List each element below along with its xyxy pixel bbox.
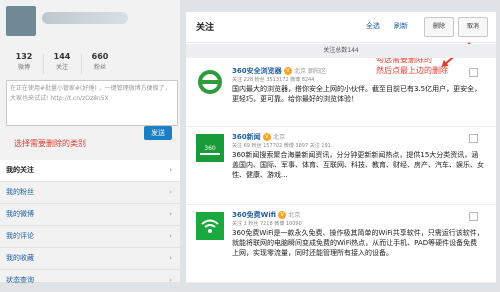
following-count: 关注总数144 [186,44,496,58]
verified-icon: V [262,133,271,141]
item-name-link[interactable]: 360免费Wifi [232,211,276,219]
item-meta: 关注 69 粉丝 157702 微博 3897 关注 191 [232,143,331,149]
item-checkbox[interactable] [469,212,478,221]
sidebar: 132 微博 144 关注 660 粉丝 在正在使用#批量小管家#(好锤) ，一… [0,0,180,292]
stat-following-count: 144 [53,52,71,61]
refresh-link[interactable]: 刷新 [394,21,408,31]
sidebar-item-status-query[interactable]: 状态查询 › [0,270,180,292]
stat-followers-count: 660 [91,52,109,61]
sidebar-item-label: 我的微博 [6,210,34,218]
sidebar-item-label: 我的评论 [6,232,34,240]
item-name-link[interactable]: 360安全浏览器 [232,67,282,75]
item-checkbox[interactable] [469,68,478,77]
item-description: 360新闻搜索聚合海量新闻资讯，分分钟更新新闻热点，提供15大分类资讯，涵盖国内… [232,151,484,179]
item-location: 北京 [273,134,286,141]
stat-weibo[interactable]: 132 微博 [6,52,42,71]
send-button[interactable]: 发送 [144,126,172,140]
stat-following[interactable]: 144 关注 [44,52,80,71]
sidebar-item-label: 状态查询 [6,276,34,284]
news-logo-icon[interactable]: 360 [196,134,224,162]
profile-stats: 132 微博 144 关注 660 粉丝 [6,52,176,76]
item-name-line: 360新闻 V 北京 [232,132,482,142]
username-blurred [42,12,128,24]
main-toolbar: 关注 全选 刷新 删除 取消 [186,12,496,43]
main-panel: 关注 全选 刷新 删除 取消 勾选需要删除的 然后点最上边的删除 关注总数144… [186,12,496,283]
select-all-link[interactable]: 全选 [366,21,380,31]
list-item: 360安全浏览器 V 北京 朝阳区 关注 228 粉丝 3513172 微博 8… [186,62,496,127]
item-meta: 关注 228 粉丝 3513172 微博 8244 [232,77,315,83]
item-name-line: 360安全浏览器 V 北京 朝阳区 [232,66,482,76]
list-item: 360免费Wifi V 北京 关注 1 粉丝 7218 微博 10090 360… [186,206,496,283]
chevron-right-icon: › [169,276,172,284]
stat-following-label: 关注 [55,64,68,71]
chevron-right-icon: › [169,210,172,218]
unfollow-button[interactable]: 取消 [458,17,488,37]
chevron-right-icon: › [169,232,172,240]
svg-text:360: 360 [204,145,216,152]
stat-followers[interactable]: 660 粉丝 [82,52,118,71]
delete-button[interactable]: 删除 [424,17,454,37]
sidebar-item-my-following[interactable]: 我的关注 › [0,160,180,182]
compose-text: 在正在使用#批量小管家#(好锤) ，一键管理微博方便极了，大家也来试试! htt… [10,85,171,102]
avatar[interactable] [6,6,36,36]
sidebar-item-my-comments[interactable]: 我的评论 › [0,226,180,248]
verified-icon: V [283,67,292,75]
chevron-right-icon: › [169,188,172,196]
sidebar-item-my-favorites[interactable]: 我的收藏 › [0,248,180,270]
item-name-link[interactable]: 360新闻 [232,133,261,141]
annotation-left: 选择需要删除的类别 [14,139,86,148]
item-location: 北京 朝阳区 [294,68,327,75]
browser-logo-icon[interactable] [196,68,224,96]
sidebar-item-label: 我的关注 [6,166,34,174]
wifi-logo-icon[interactable] [196,212,224,240]
chevron-right-icon: › [169,254,172,262]
chevron-right-icon: › [169,166,172,174]
item-name-line: 360免费Wifi V 北京 [232,210,482,220]
item-description: 国内最大的浏览器，搭你安全上网的小伙伴。截至目前已有3.5亿用户，更安全，更轻巧… [232,85,482,103]
stat-followers-label: 粉丝 [93,64,106,71]
list-item: 360 360新闻 V 北京 关注 69 粉丝 157702 微博 3897 关… [186,128,496,205]
sidebar-item-my-followers[interactable]: 我的粉丝 › [0,182,180,204]
item-location: 北京 [288,212,301,219]
sidebar-item-my-weibo[interactable]: 我的微博 › [0,204,180,226]
item-description: 360免费WiFi是一款永久免费、操作极其简单的WiFi共享软件，只需运行该软件… [232,229,484,257]
page-title: 关注 [196,23,215,33]
verified-icon: V [278,211,287,219]
stat-weibo-label: 微博 [17,64,30,71]
sidebar-item-label: 我的粉丝 [6,188,34,196]
item-meta: 关注 1 粉丝 7218 微博 10090 [232,221,302,227]
item-checkbox[interactable] [469,134,478,143]
sidebar-item-label: 我的收藏 [6,254,34,262]
sidebar-nav: 我的关注 › 我的粉丝 › 我的微博 › 我的评论 › 我的收藏 › 状态查询 … [0,160,180,292]
profile-header [6,6,176,42]
stat-weibo-count: 132 [15,52,33,61]
compose-textarea[interactable]: 在正在使用#批量小管家#(好锤) ，一键管理微博方便极了，大家也来试试! htt… [6,80,178,126]
